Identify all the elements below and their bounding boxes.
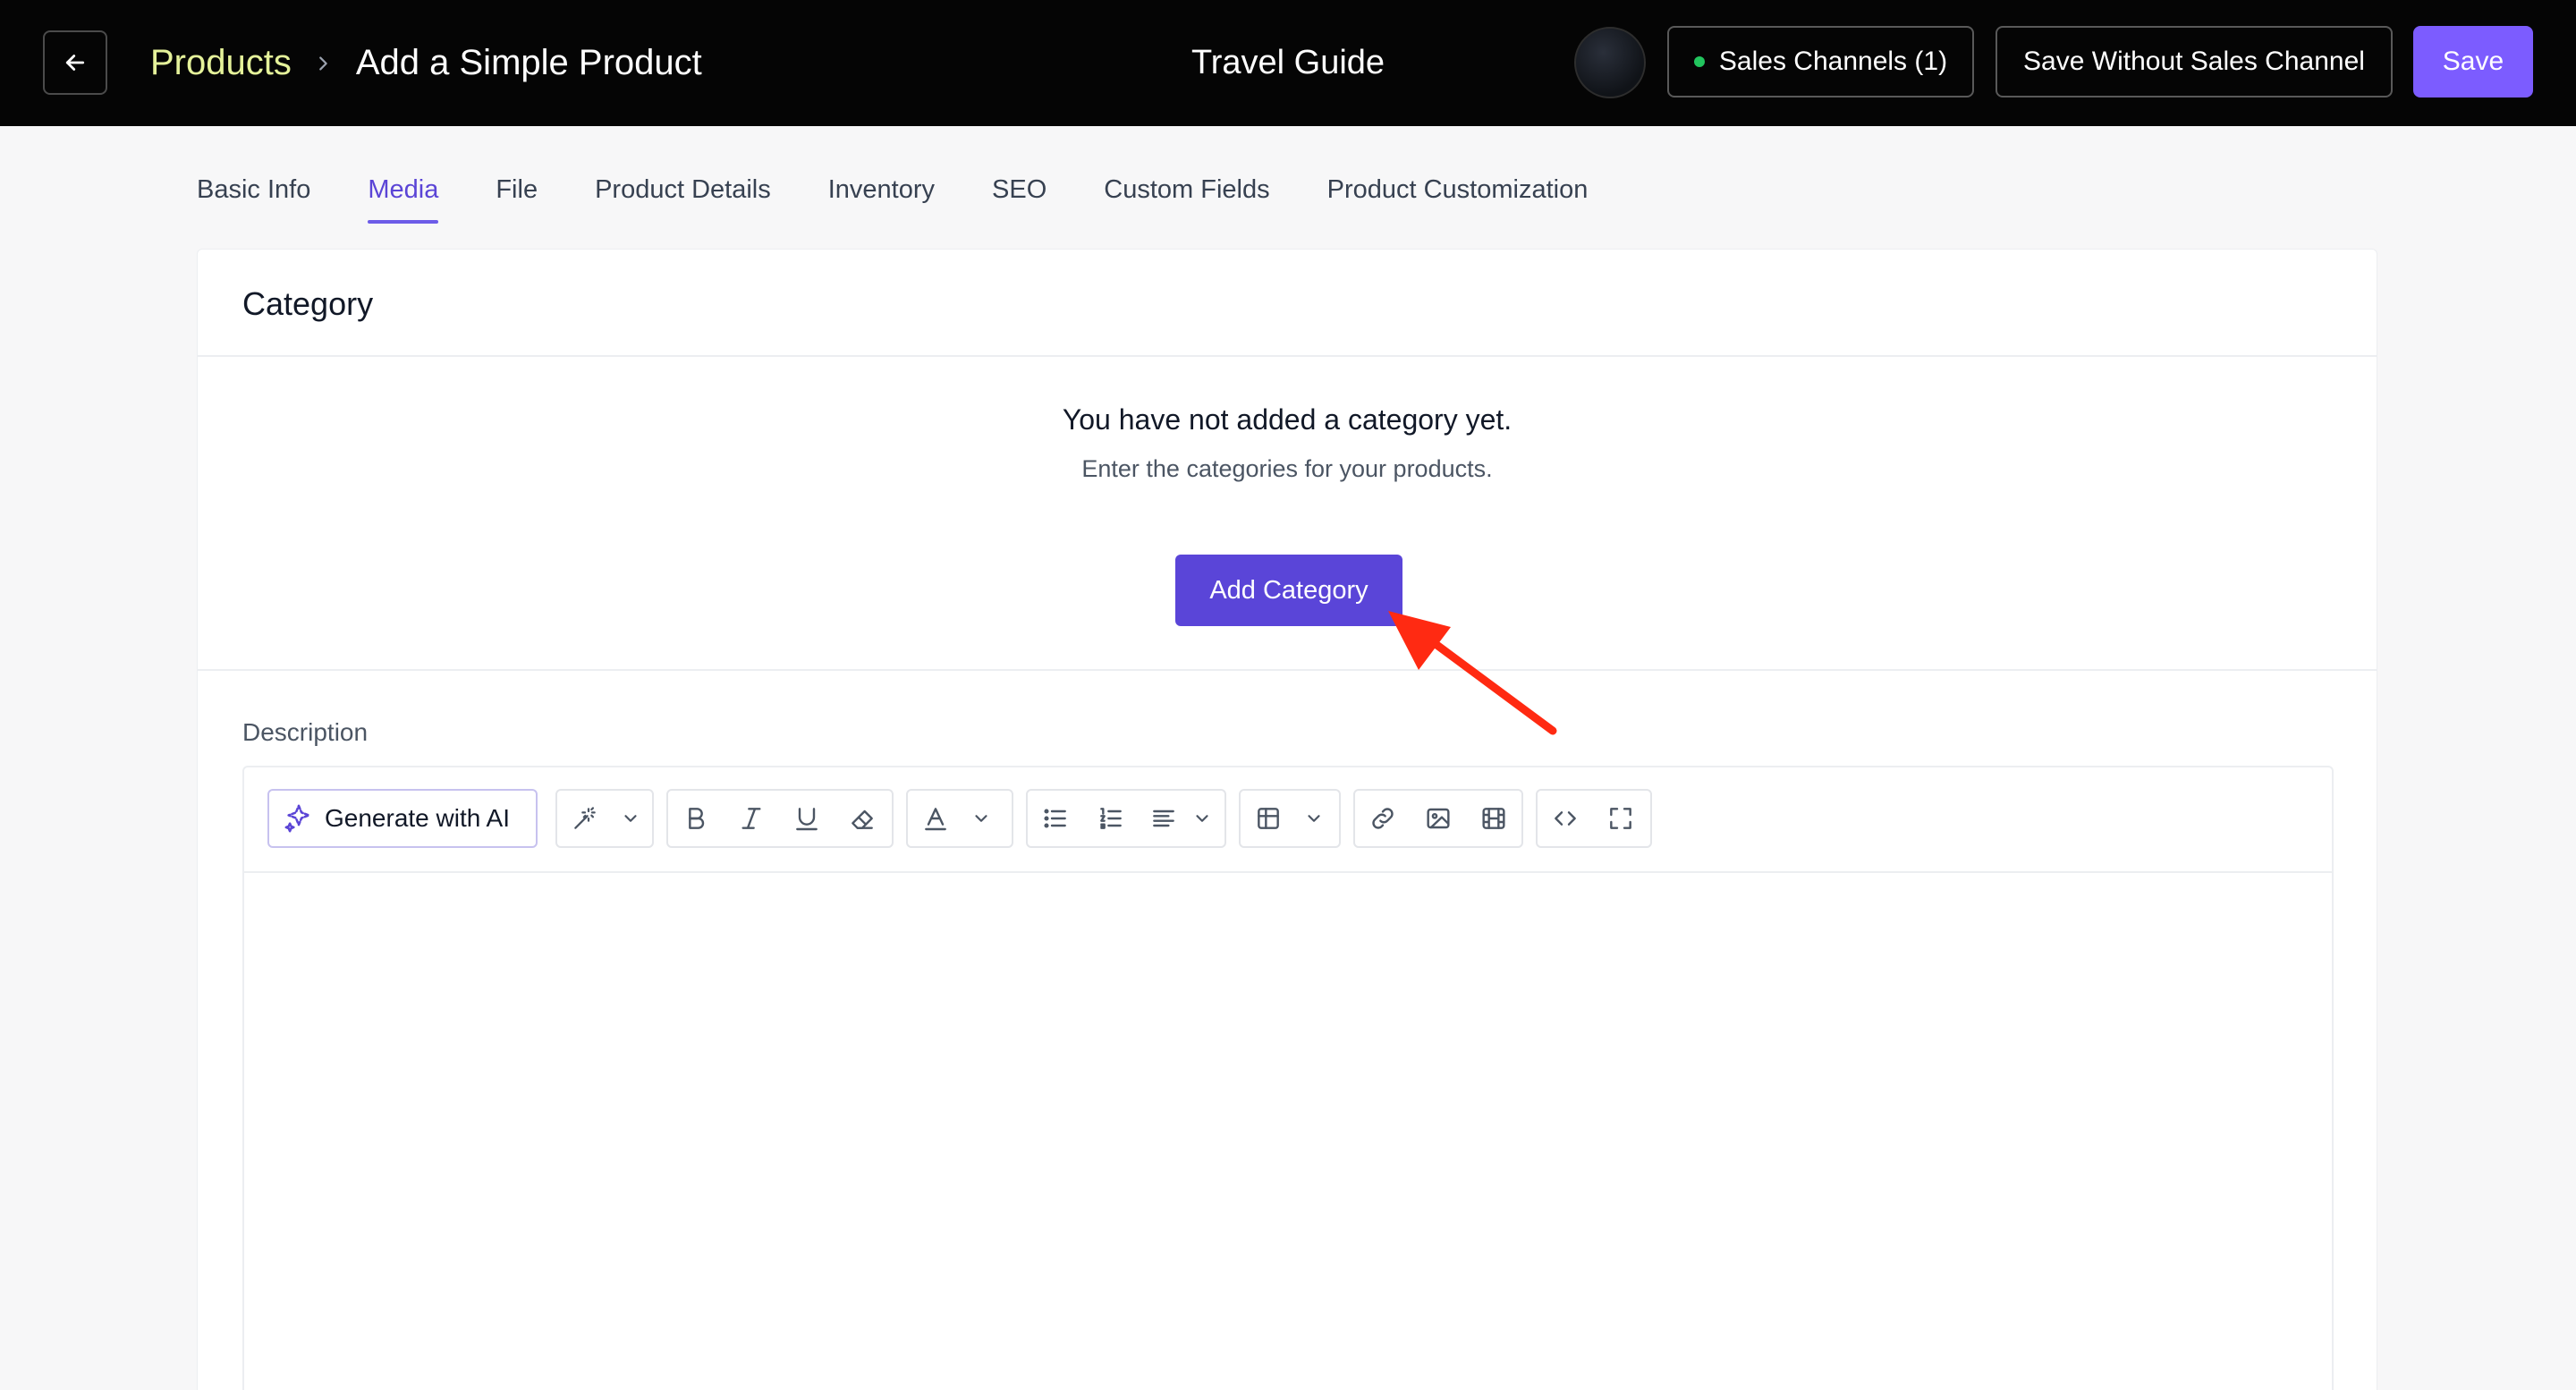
add-category-button[interactable]: Add Category (1175, 555, 1402, 626)
toolbar-group-style (555, 789, 654, 848)
toolbar-group-format (666, 789, 894, 848)
tab-basic-info[interactable]: Basic Info (197, 175, 310, 229)
font-color-icon[interactable] (908, 791, 963, 846)
sales-channels-button[interactable]: Sales Channels (1) (1667, 26, 1974, 97)
chevron-right-icon (313, 54, 333, 73)
image-icon[interactable] (1411, 791, 1466, 846)
store-name: Travel Guide (1191, 44, 1385, 81)
arrow-left-icon (65, 55, 85, 71)
category-section-title: Category (242, 285, 374, 322)
link-icon[interactable] (1355, 791, 1411, 846)
fullscreen-icon[interactable] (1593, 791, 1648, 846)
video-icon[interactable] (1466, 791, 1521, 846)
back-button[interactable] (43, 30, 107, 95)
tab-product-details[interactable]: Product Details (595, 175, 771, 229)
generate-with-ai-label: Generate with AI (325, 804, 511, 832)
chevron-down-icon[interactable] (1296, 791, 1332, 846)
tab-seo[interactable]: SEO (992, 175, 1046, 229)
numbered-list-icon[interactable] (1083, 791, 1139, 846)
tab-inventory[interactable]: Inventory (828, 175, 935, 229)
chevron-down-icon[interactable] (963, 791, 999, 846)
ai-sparkle-icon (284, 803, 314, 834)
generate-with-ai-button[interactable]: Generate with AI (267, 789, 538, 848)
tab-bar: Basic Info Media File Product Details In… (197, 175, 1645, 229)
category-empty-title: You have not added a category yet. (1062, 403, 1513, 436)
table-icon[interactable] (1241, 791, 1296, 846)
underline-icon[interactable] (779, 791, 835, 846)
toolbar-group-paragraph (1026, 789, 1226, 848)
avatar[interactable] (1574, 27, 1646, 98)
breadcrumb: Products Add a Simple Product (150, 0, 702, 126)
align-icon[interactable] (1139, 791, 1189, 846)
toolbar-group-color (906, 789, 1013, 848)
status-dot-icon (1693, 56, 1705, 67)
breadcrumb-products-link[interactable]: Products (150, 43, 292, 83)
chevron-down-icon[interactable] (613, 791, 648, 846)
section-divider (198, 669, 2377, 671)
tab-media[interactable]: Media (368, 175, 439, 229)
description-label: Description (242, 718, 369, 746)
description-textarea[interactable] (244, 873, 2332, 1390)
toolbar-group-insert (1353, 789, 1523, 848)
toolbar-group-view (1536, 789, 1652, 848)
sales-channels-label: Sales Channels (1) (1718, 47, 1948, 76)
save-without-sales-channel-button[interactable]: Save Without Sales Channel (1996, 26, 2393, 97)
bullet-list-icon[interactable] (1028, 791, 1083, 846)
bold-icon[interactable] (668, 791, 724, 846)
chevron-down-icon[interactable] (1189, 791, 1216, 846)
section-divider (198, 355, 2377, 357)
tab-product-customization[interactable]: Product Customization (1327, 175, 1589, 229)
page-title: Add a Simple Product (355, 43, 702, 82)
description-editor: Generate with AI (242, 766, 2334, 1390)
italic-icon[interactable] (724, 791, 779, 846)
code-view-icon[interactable] (1538, 791, 1593, 846)
tab-custom-fields[interactable]: Custom Fields (1104, 175, 1269, 229)
product-form-card: Category You have not added a category y… (197, 249, 2377, 1390)
tab-file[interactable]: File (496, 175, 538, 229)
eraser-icon[interactable] (835, 791, 890, 846)
top-bar: Products Add a Simple Product Travel Gui… (0, 0, 2576, 126)
editor-toolbar: Generate with AI (244, 767, 2332, 873)
magic-wand-icon[interactable] (557, 791, 613, 846)
toolbar-group-table (1239, 789, 1341, 848)
save-button[interactable]: Save (2413, 26, 2533, 97)
category-empty-subtitle: Enter the categories for your products. (1081, 455, 1493, 482)
